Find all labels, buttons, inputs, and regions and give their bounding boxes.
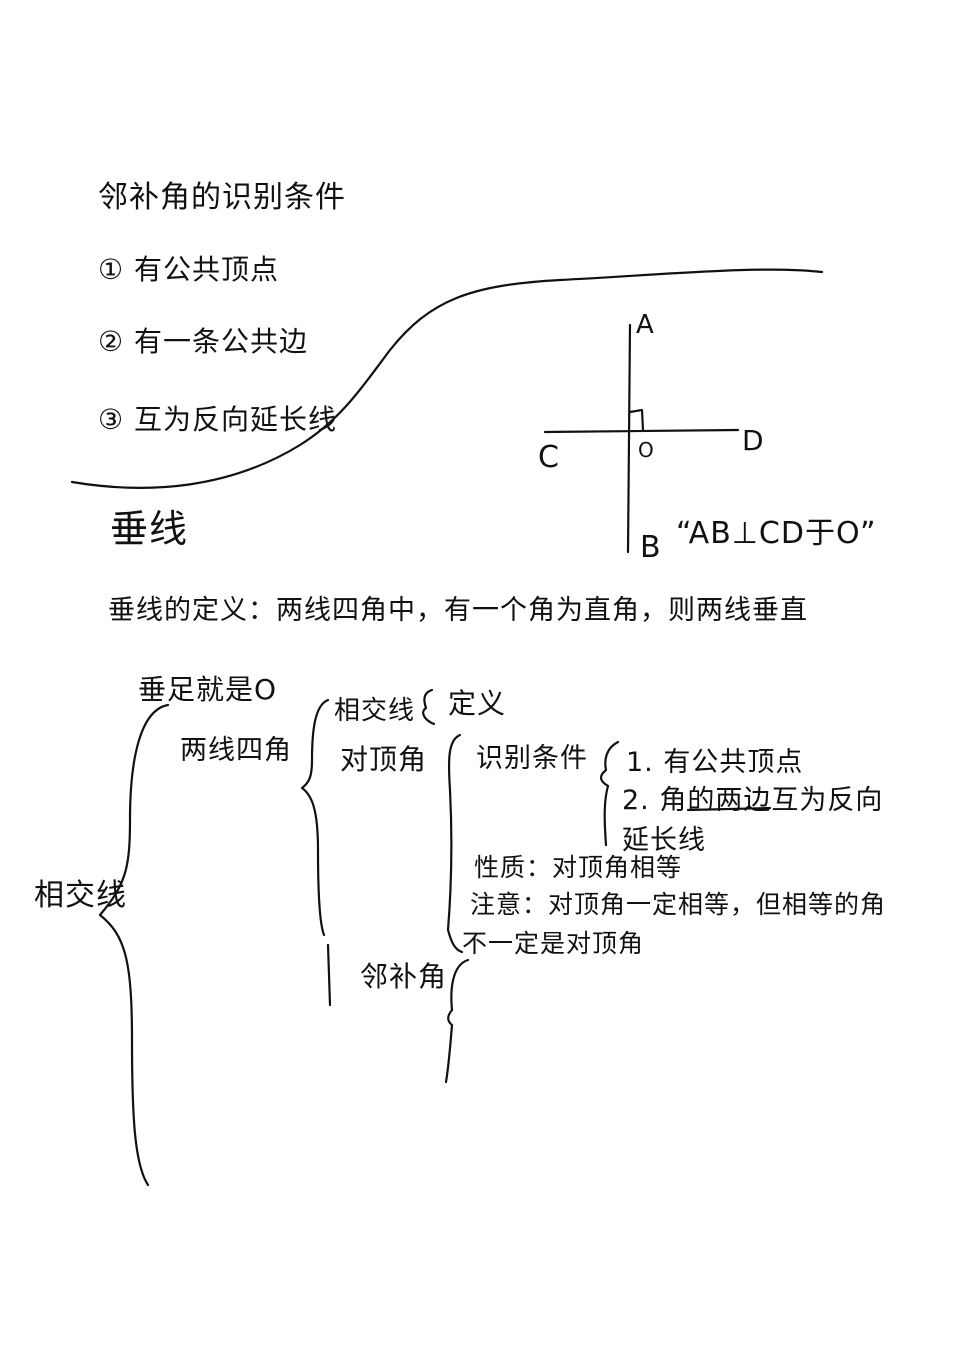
condition-2: ② 有一条公共边 [98, 325, 309, 358]
point-label-b: B [640, 530, 662, 565]
perpendicular-heading: 垂线 [110, 507, 189, 551]
attention-line-2: 不一定是对顶角 [462, 929, 645, 958]
attention-line-1: 注意：对顶角一定相等，但相等的角 [470, 890, 887, 919]
mindmap-root: 相交线 [34, 878, 127, 913]
line-cd [543, 428, 740, 434]
adjacent-brace [444, 958, 470, 1084]
property-node: 性质：对顶角相等 [474, 853, 683, 882]
second-brace [300, 698, 330, 937]
definition-brace [422, 688, 436, 726]
definition-node: 定义 [448, 687, 507, 720]
id-condition-1: 1. 有公共顶点 [626, 747, 804, 778]
identification-brace [599, 740, 620, 847]
section-divider-curve [70, 268, 824, 489]
point-label-c: C [538, 440, 560, 475]
two-lines-four-angles: 两线四角 [180, 735, 292, 766]
vertical-angles-brace [446, 733, 464, 954]
line-ab [626, 323, 632, 554]
right-angle-mark [628, 408, 645, 432]
condition-1: ① 有公共顶点 [98, 253, 280, 286]
point-label-a: A [636, 310, 655, 340]
foot-note: 垂足就是O [138, 673, 278, 706]
intersecting-lines-node: 相交线 [334, 696, 416, 726]
root-brace [98, 703, 170, 1187]
id-condition-2a: 2. 角的两边互为反向 [622, 785, 884, 816]
adjacent-supplementary-node: 邻补角 [360, 960, 448, 993]
condition-3: ③ 互为反向延长线 [98, 403, 338, 436]
perpendicular-definition: 垂线的定义：两线四角中，有一个角为直角，则两线垂直 [108, 595, 808, 626]
identification-node: 识别条件 [476, 743, 588, 774]
vertical-angles-node: 对顶角 [340, 743, 428, 776]
perpendicular-notation: “AB⊥CD于O” [676, 516, 877, 551]
adjacent-supplementary-title: 邻补角的识别条件 [98, 180, 346, 215]
point-label-d: D [742, 424, 765, 457]
point-label-o: O [638, 438, 655, 462]
second-brace-tail [326, 943, 332, 1007]
